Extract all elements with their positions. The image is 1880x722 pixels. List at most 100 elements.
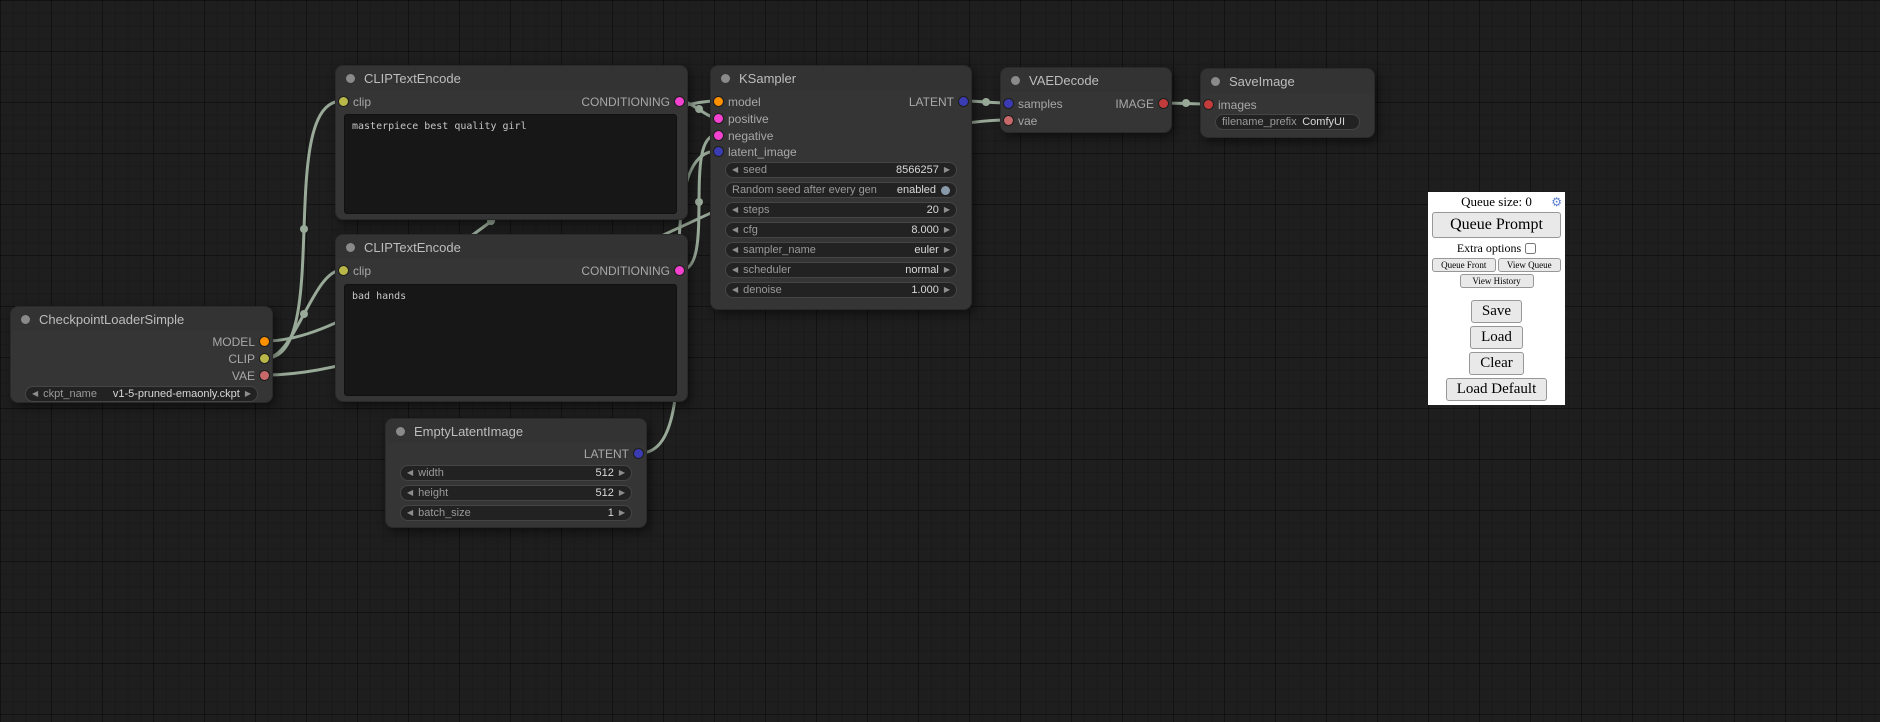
collapse-icon[interactable]	[346, 74, 355, 83]
collapse-icon[interactable]	[721, 74, 730, 83]
clear-button[interactable]: Clear	[1469, 352, 1523, 375]
ckpt-name-combo-widget[interactable]: ◀ ckpt_name v1-5-pruned-emaonly.ckpt ▶	[25, 386, 258, 402]
slot-dot-image[interactable]	[1204, 100, 1213, 109]
node-cliptextencode-positive[interactable]: CLIPTextEncode clip CONDITIONING masterp…	[335, 65, 688, 220]
output-slot-model[interactable]: MODEL	[11, 334, 272, 350]
node-titlebar[interactable]: CLIPTextEncode	[336, 66, 687, 90]
slot-dot-latent[interactable]	[959, 97, 968, 106]
link-midpoint-dot	[695, 198, 703, 206]
seed-number-widget[interactable]: ◀ seed 8566257 ▶	[725, 162, 957, 178]
collapse-icon[interactable]	[1011, 76, 1020, 85]
input-slot-negative[interactable]: negative	[711, 128, 971, 144]
slot-dot-image[interactable]	[1159, 99, 1168, 108]
increment-arrow-icon[interactable]: ▶	[944, 282, 950, 298]
node-titlebar[interactable]: EmptyLatentImage	[386, 419, 646, 443]
input-slot-latent-image[interactable]: latent_image	[711, 144, 971, 160]
queue-menu-panel: Queue size: 0 ⚙ Queue Prompt Extra optio…	[1428, 192, 1565, 405]
decrement-arrow-icon[interactable]: ◀	[407, 505, 413, 521]
node-titlebar[interactable]: CLIPTextEncode	[336, 235, 687, 259]
load-button[interactable]: Load	[1470, 326, 1523, 349]
slot-dot-latent[interactable]	[634, 449, 643, 458]
node-cliptextencode-negative[interactable]: CLIPTextEncode clip CONDITIONING bad han…	[335, 234, 688, 402]
settings-gear-icon[interactable]: ⚙	[1551, 194, 1562, 210]
slot-dot-conditioning[interactable]	[675, 97, 684, 106]
decrement-arrow-icon[interactable]: ◀	[732, 162, 738, 178]
view-queue-button[interactable]: View Queue	[1498, 258, 1562, 272]
increment-arrow-icon[interactable]: ▶	[944, 262, 950, 278]
slot-dot-model[interactable]	[260, 337, 269, 346]
increment-arrow-icon[interactable]: ▶	[944, 162, 950, 178]
output-slot-clip[interactable]: CLIP	[11, 351, 272, 367]
input-slot-vae[interactable]: vae	[1001, 113, 1171, 129]
output-slot-conditioning[interactable]: CONDITIONING	[336, 94, 687, 110]
extra-options-label: Extra options	[1457, 241, 1521, 256]
increment-arrow-icon[interactable]: ▶	[944, 222, 950, 238]
collapse-icon[interactable]	[346, 243, 355, 252]
node-vaedecode[interactable]: VAEDecode samples IMAGE vae	[1000, 67, 1172, 133]
queue-prompt-button[interactable]: Queue Prompt	[1432, 212, 1561, 238]
cfg-number-widget[interactable]: ◀ cfg 8.000 ▶	[725, 222, 957, 238]
width-number-widget[interactable]: ◀ width 512 ▶	[400, 465, 632, 481]
increment-arrow-icon[interactable]: ▶	[619, 465, 625, 481]
slot-dot-conditioning[interactable]	[714, 131, 723, 140]
toggle-on-indicator-icon[interactable]	[941, 186, 950, 195]
negative-prompt-textarea[interactable]: bad hands	[344, 284, 677, 396]
slot-dot-clip[interactable]	[260, 354, 269, 363]
node-checkpointloadersimple[interactable]: CheckpointLoaderSimple MODEL CLIP VAE ◀ …	[10, 306, 273, 403]
slot-dot-vae[interactable]	[260, 371, 269, 380]
collapse-icon[interactable]	[396, 427, 405, 436]
node-title: VAEDecode	[1029, 73, 1099, 88]
node-titlebar[interactable]: KSampler	[711, 66, 971, 90]
decrement-arrow-icon[interactable]: ◀	[732, 262, 738, 278]
slot-dot-vae[interactable]	[1004, 116, 1013, 125]
height-number-widget[interactable]: ◀ height 512 ▶	[400, 485, 632, 501]
slot-dot-conditioning[interactable]	[675, 266, 684, 275]
input-slot-images[interactable]: images	[1201, 97, 1374, 113]
node-titlebar[interactable]: VAEDecode	[1001, 68, 1171, 92]
increment-arrow-icon[interactable]: ▶	[245, 386, 251, 402]
save-button[interactable]: Save	[1471, 300, 1522, 323]
collapse-icon[interactable]	[1211, 77, 1220, 86]
output-slot-conditioning[interactable]: CONDITIONING	[336, 263, 687, 279]
increment-arrow-icon[interactable]: ▶	[619, 485, 625, 501]
node-titlebar[interactable]: SaveImage	[1201, 69, 1374, 93]
slot-dot-conditioning[interactable]	[714, 114, 723, 123]
increment-arrow-icon[interactable]: ▶	[944, 242, 950, 258]
increment-arrow-icon[interactable]: ▶	[619, 505, 625, 521]
output-slot-image[interactable]: IMAGE	[1001, 96, 1171, 112]
output-slot-latent[interactable]: LATENT	[711, 94, 971, 110]
node-title: EmptyLatentImage	[414, 424, 523, 439]
filename-prefix-text-widget[interactable]: filename_prefix ComfyUI	[1215, 114, 1360, 130]
positive-prompt-textarea[interactable]: masterpiece best quality girl	[344, 114, 677, 214]
scheduler-combo-widget[interactable]: ◀ scheduler normal ▶	[725, 262, 957, 278]
link-midpoint-dot	[1182, 99, 1190, 107]
queue-front-button[interactable]: Queue Front	[1432, 258, 1496, 272]
decrement-arrow-icon[interactable]: ◀	[732, 202, 738, 218]
output-slot-vae[interactable]: VAE	[11, 368, 272, 384]
increment-arrow-icon[interactable]: ▶	[944, 202, 950, 218]
decrement-arrow-icon[interactable]: ◀	[407, 485, 413, 501]
slot-dot-latent[interactable]	[714, 147, 723, 156]
node-ksampler[interactable]: KSampler model LATENT positive negative …	[710, 65, 972, 310]
node-saveimage[interactable]: SaveImage images filename_prefix ComfyUI	[1200, 68, 1375, 138]
steps-number-widget[interactable]: ◀ steps 20 ▶	[725, 202, 957, 218]
decrement-arrow-icon[interactable]: ◀	[407, 465, 413, 481]
sampler-name-combo-widget[interactable]: ◀ sampler_name euler ▶	[725, 242, 957, 258]
denoise-number-widget[interactable]: ◀ denoise 1.000 ▶	[725, 282, 957, 298]
random-seed-toggle-widget[interactable]: Random seed after every gen enabled	[725, 182, 957, 198]
collapse-icon[interactable]	[21, 315, 30, 324]
node-title: KSampler	[739, 71, 796, 86]
load-default-button[interactable]: Load Default	[1446, 378, 1548, 401]
output-slot-latent[interactable]: LATENT	[386, 446, 646, 462]
node-titlebar[interactable]: CheckpointLoaderSimple	[11, 307, 272, 331]
decrement-arrow-icon[interactable]: ◀	[732, 222, 738, 238]
decrement-arrow-icon[interactable]: ◀	[732, 242, 738, 258]
graph-canvas[interactable]: CheckpointLoaderSimple MODEL CLIP VAE ◀ …	[0, 0, 1880, 722]
decrement-arrow-icon[interactable]: ◀	[732, 282, 738, 298]
batch-size-number-widget[interactable]: ◀ batch_size 1 ▶	[400, 505, 632, 521]
view-history-button[interactable]: View History	[1460, 274, 1534, 288]
extra-options-checkbox[interactable]	[1525, 243, 1536, 254]
decrement-arrow-icon[interactable]: ◀	[32, 386, 38, 402]
node-emptylatentimage[interactable]: EmptyLatentImage LATENT ◀ width 512 ▶ ◀ …	[385, 418, 647, 528]
input-slot-positive[interactable]: positive	[711, 111, 971, 127]
